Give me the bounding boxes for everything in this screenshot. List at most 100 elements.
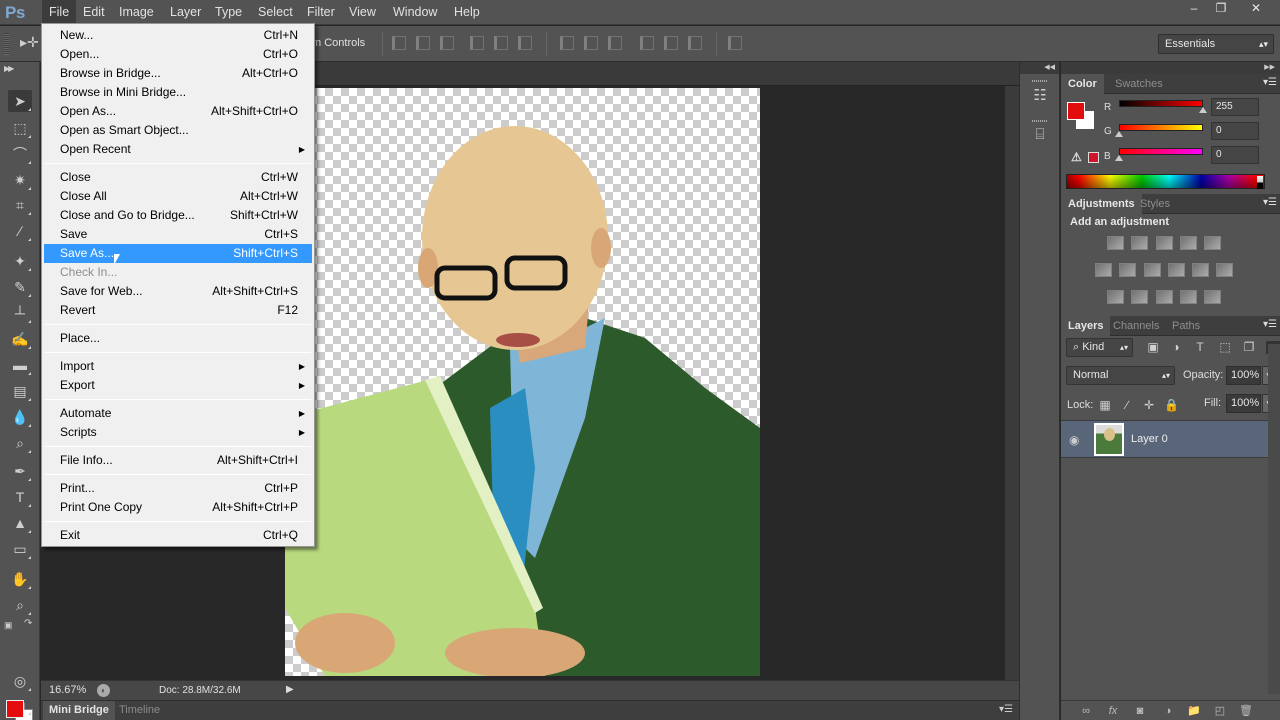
menu-item-save-for-web[interactable]: Save for Web... Alt+Shift+Ctrl+S <box>44 282 312 301</box>
channel-mixer-icon[interactable] <box>1192 263 1209 277</box>
out-of-gamut-warning-icon[interactable]: ⚠ <box>1071 150 1082 164</box>
layer-name[interactable]: Layer 0 <box>1131 433 1168 445</box>
new-group-icon[interactable]: 📁 <box>1187 704 1201 718</box>
add-mask-icon[interactable]: ◙ <box>1133 704 1147 718</box>
menu-edit[interactable]: Edit <box>76 0 112 25</box>
align-vertical-centers-icon[interactable] <box>416 36 430 50</box>
type-layer-filter-icon[interactable]: T <box>1193 341 1207 354</box>
swap-colors-icon[interactable]: ↷ <box>24 618 32 629</box>
rectangle-tool-icon[interactable]: ▭ <box>8 538 32 560</box>
shape-layer-filter-icon[interactable]: ⬚ <box>1218 341 1232 354</box>
tab-styles[interactable]: Styles <box>1133 194 1177 214</box>
green-value-field[interactable]: 0 <box>1211 122 1259 140</box>
options-bar-grip[interactable] <box>4 33 9 55</box>
eye-icon[interactable]: ◉ <box>1069 433 1079 447</box>
menu-image[interactable]: Image <box>112 0 161 25</box>
tab-color[interactable]: Color <box>1061 74 1104 94</box>
smart-object-filter-icon[interactable]: ❐ <box>1242 341 1256 354</box>
menu-item-print-one-copy[interactable]: Print One Copy Alt+Shift+Ctrl+P <box>44 498 312 517</box>
black-white-icon[interactable] <box>1144 263 1161 277</box>
menu-item-revert[interactable]: Revert F12 <box>44 301 312 320</box>
eraser-tool-icon[interactable]: ▬ <box>8 354 32 376</box>
dock-grip[interactable] <box>1032 80 1048 82</box>
menu-select[interactable]: Select <box>251 0 300 25</box>
align-horizontal-centers-icon[interactable] <box>494 36 508 50</box>
menu-item-automate[interactable]: Automate ▶ <box>44 404 312 423</box>
properties-panel-icon[interactable]: ⌸ <box>1030 126 1050 150</box>
show-transform-controls-label[interactable]: m Controls <box>312 37 365 49</box>
green-slider[interactable] <box>1119 124 1203 131</box>
menu-help[interactable]: Help <box>447 0 487 25</box>
expand-toolbox-icon[interactable]: ▶▶ <box>4 64 14 73</box>
menu-layer[interactable]: Layer <box>163 0 208 25</box>
crop-tool-icon[interactable]: ⌗ <box>8 194 32 216</box>
restore-button[interactable]: ❐ <box>1207 0 1235 16</box>
blend-mode-select[interactable]: Normal ▴▾ <box>1066 366 1175 385</box>
zoom-level[interactable]: 16.67% <box>49 684 86 696</box>
menu-item-open-as[interactable]: Open As... Alt+Shift+Ctrl+O <box>44 102 312 121</box>
panel-menu-icon[interactable]: ▾☰ <box>1263 77 1277 88</box>
collapse-dock-icon[interactable]: ◀◀ <box>1020 62 1059 74</box>
blue-slider[interactable] <box>1119 148 1203 155</box>
tab-paths[interactable]: Paths <box>1165 316 1207 336</box>
pen-tool-icon[interactable]: ✒ <box>8 460 32 482</box>
close-button[interactable]: ✕ <box>1242 0 1270 16</box>
layers-scrollbar[interactable] <box>1268 344 1280 694</box>
blur-tool-icon[interactable]: 💧 <box>8 406 32 428</box>
menu-item-browse-in-bridge[interactable]: Browse in Bridge... Alt+Ctrl+O <box>44 64 312 83</box>
green-slider-thumb[interactable] <box>1115 131 1123 137</box>
menu-item-browse-in-mini-bridge[interactable]: Browse in Mini Bridge... <box>44 83 312 102</box>
menu-item-open[interactable]: Open... Ctrl+O <box>44 45 312 64</box>
vibrance-icon[interactable] <box>1204 236 1221 250</box>
distribute-horizontal-centers-icon[interactable] <box>664 36 678 50</box>
collapse-panels-icon[interactable]: ▶▶ <box>1061 62 1280 74</box>
menu-item-close-all[interactable]: Close All Alt+Ctrl+W <box>44 187 312 206</box>
align-bottom-edges-icon[interactable] <box>440 36 454 50</box>
gradient-tool-icon[interactable]: ▤ <box>8 380 32 402</box>
panel-menu-icon[interactable]: ▾☰ <box>999 704 1013 715</box>
menu-item-save-as[interactable]: Save As... Shift+Ctrl+S <box>44 244 312 263</box>
threshold-icon[interactable] <box>1156 290 1173 304</box>
quick-mask-icon[interactable]: ◎ <box>8 670 32 692</box>
menu-file[interactable]: File <box>42 0 77 25</box>
align-left-edges-icon[interactable] <box>470 36 484 50</box>
color-panel-foreground-swatch[interactable] <box>1067 102 1085 120</box>
rectangular-marquee-tool-icon[interactable]: ⬚ <box>8 117 32 139</box>
spot-healing-brush-tool-icon[interactable]: ✦ <box>8 250 32 272</box>
distribute-vertical-centers-icon[interactable] <box>584 36 598 50</box>
auto-align-layers-icon[interactable] <box>728 36 742 50</box>
eyedropper-tool-icon[interactable]: ∕ <box>8 220 32 242</box>
tab-adjustments[interactable]: Adjustments <box>1061 194 1142 214</box>
menu-item-file-info[interactable]: File Info... Alt+Shift+Ctrl+I <box>44 451 312 470</box>
menu-window[interactable]: Window <box>386 0 444 25</box>
menu-item-scripts[interactable]: Scripts ▶ <box>44 423 312 442</box>
posterize-icon[interactable] <box>1131 290 1148 304</box>
menu-item-import[interactable]: Import ▶ <box>44 357 312 376</box>
menu-item-close[interactable]: Close Ctrl+W <box>44 168 312 187</box>
brush-tool-icon[interactable]: ✎ <box>8 276 32 298</box>
menu-item-close-and-go-to-bridge[interactable]: Close and Go to Bridge... Shift+Ctrl+W <box>44 206 312 225</box>
menu-item-exit[interactable]: Exit Ctrl+Q <box>44 526 312 545</box>
opacity-field[interactable]: 100% <box>1226 366 1261 385</box>
menu-type[interactable]: Type <box>208 0 249 25</box>
black-white-ramp[interactable] <box>1257 176 1263 189</box>
new-adjustment-layer-icon[interactable]: ◑ <box>1161 704 1175 718</box>
menu-item-save[interactable]: Save Ctrl+S <box>44 225 312 244</box>
canvas[interactable] <box>285 88 760 676</box>
menu-item-export[interactable]: Export ▶ <box>44 376 312 395</box>
move-tool-icon[interactable]: ➤ <box>8 90 32 112</box>
trash-icon[interactable]: 🗑 <box>1239 704 1253 718</box>
proof-status-icon[interactable]: ◐ <box>97 684 110 697</box>
fx-icon[interactable]: fx <box>1106 704 1120 718</box>
lock-all-icon[interactable]: 🔒 <box>1164 398 1179 412</box>
distribute-left-edges-icon[interactable] <box>640 36 654 50</box>
layer-filter-kind-select[interactable]: ⌕ Kind ▴▾ <box>1066 338 1133 357</box>
color-lookup-icon[interactable] <box>1216 263 1233 277</box>
zoom-tool-icon[interactable]: ⌕ <box>8 594 32 616</box>
menu-item-print[interactable]: Print... Ctrl+P <box>44 479 312 498</box>
menu-item-new[interactable]: New... Ctrl+N <box>44 26 312 45</box>
layer-row[interactable]: ◉ Layer 0 <box>1061 420 1268 458</box>
default-colors-icon[interactable]: ▣ <box>4 620 13 631</box>
workspace-select[interactable]: Essentials ▴▾ <box>1158 34 1274 54</box>
color-spectrum-bar[interactable] <box>1066 174 1265 189</box>
